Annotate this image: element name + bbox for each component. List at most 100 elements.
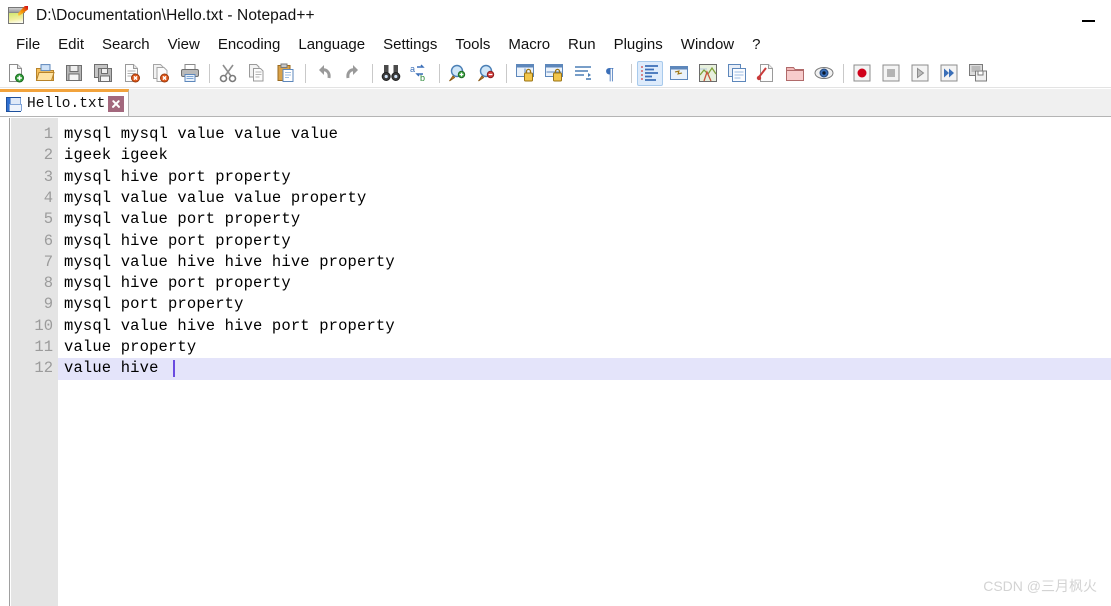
menu-item-settings[interactable]: Settings (374, 33, 446, 57)
find-icon[interactable] (378, 61, 404, 86)
code-line[interactable]: mysql mysql value value value (58, 124, 1111, 145)
menu-item-plugins[interactable]: Plugins (605, 33, 672, 57)
csdn-watermark: CSDN @三月枫火 (983, 578, 1097, 594)
line-number: 4 (43, 188, 53, 207)
notepad-plus-plus-icon (7, 5, 28, 26)
close-file-icon[interactable] (119, 61, 145, 86)
menu-item-search[interactable]: Search (93, 33, 159, 57)
line-number: 11 (34, 338, 53, 356)
line-number: 10 (34, 316, 53, 335)
title-bar: D:\Documentation\Hello.txt - Notepad++ (0, 0, 1111, 31)
window-controls (1066, 0, 1111, 31)
toolbar: a b ¶ (0, 59, 1111, 88)
code-line[interactable]: mysql hive port property (58, 273, 1111, 294)
code-line-current[interactable]: value hive (58, 358, 1111, 380)
code-line-text: igeek igeek (64, 146, 168, 165)
copy-icon[interactable] (244, 61, 270, 86)
replace-icon[interactable]: a b (407, 61, 433, 86)
code-line-text: mysql port property (64, 295, 244, 314)
line-number: 7 (43, 252, 53, 271)
document-map-icon[interactable] (695, 61, 721, 86)
code-line[interactable]: mysql value hive hive hive property (58, 252, 1111, 273)
redo-icon[interactable] (340, 61, 366, 86)
code-line-text: mysql mysql value value value (64, 125, 339, 143)
menu-item-view[interactable]: View (159, 33, 209, 57)
code-line[interactable]: mysql port property (58, 294, 1111, 315)
menu-item-run[interactable]: Run (559, 33, 605, 57)
word-wrap-icon[interactable] (570, 61, 596, 86)
folder-as-workspace-icon[interactable] (782, 61, 808, 86)
toolbar-separator (305, 63, 306, 83)
print-icon[interactable] (177, 61, 203, 86)
record-macro-icon[interactable] (849, 61, 875, 86)
toolbar-separator (843, 63, 844, 83)
minimize-button[interactable] (1066, 0, 1111, 31)
close-icon[interactable] (108, 96, 125, 112)
menu-item-file[interactable]: File (7, 33, 49, 57)
zoom-out-icon[interactable] (474, 61, 500, 86)
toolbar-separator (439, 63, 440, 83)
code-line-text: mysql hive port property (64, 167, 291, 186)
menu-item-help[interactable]: ? (743, 33, 769, 57)
code-line-text: mysql value value value property (64, 188, 367, 207)
code-text-area[interactable]: mysql mysql value value value igeek igee… (58, 118, 1111, 606)
menu-item-tools[interactable]: Tools (446, 33, 499, 57)
code-line[interactable]: mysql hive port property (58, 167, 1111, 188)
close-all-files-icon[interactable] (148, 61, 174, 86)
save-icon[interactable] (61, 61, 87, 86)
line-number: 6 (43, 231, 53, 250)
text-caret (173, 360, 175, 377)
function-list-icon[interactable] (724, 61, 750, 86)
code-line[interactable]: mysql value port property (58, 209, 1111, 230)
line-number: 1 (43, 125, 53, 143)
toolbar-separator (631, 63, 632, 83)
save-icon (6, 96, 22, 112)
code-line-text: mysql value hive hive port property (64, 316, 395, 335)
code-line[interactable]: mysql hive port property (58, 231, 1111, 252)
cut-icon[interactable] (215, 61, 241, 86)
run-macro-multiple-icon[interactable] (936, 61, 962, 86)
play-macro-icon[interactable] (907, 61, 933, 86)
open-file-icon[interactable] (32, 61, 58, 86)
code-line[interactable]: igeek igeek (58, 145, 1111, 166)
menu-item-language[interactable]: Language (289, 33, 374, 57)
monitoring-icon[interactable] (811, 61, 837, 86)
code-line-text: mysql hive port property (64, 274, 291, 293)
paste-icon[interactable] (273, 61, 299, 86)
menu-item-window[interactable]: Window (672, 33, 743, 57)
line-number: 3 (43, 167, 53, 186)
zoom-in-icon[interactable] (445, 61, 471, 86)
stop-macro-icon[interactable] (878, 61, 904, 86)
show-indent-guide-icon[interactable] (637, 60, 663, 86)
menu-item-edit[interactable]: Edit (49, 33, 93, 57)
save-all-icon[interactable] (90, 61, 116, 86)
document-switcher-icon[interactable] (753, 61, 779, 86)
line-number: 9 (43, 295, 53, 314)
code-line[interactable]: mysql value hive hive port property (58, 316, 1111, 337)
show-all-characters-icon[interactable]: ¶ (599, 61, 625, 86)
code-line-text: mysql value port property (64, 210, 301, 229)
toolbar-separator (372, 63, 373, 83)
toolbar-separator (209, 63, 210, 83)
line-number: 12 (34, 359, 53, 378)
code-line-text: value property (64, 338, 197, 356)
tab-hello-txt[interactable]: Hello.txt (0, 89, 130, 116)
notepad-plus-plus-window: D:\Documentation\Hello.txt - Notepad++ F… (0, 0, 1111, 606)
bookmark-margin[interactable] (0, 118, 10, 606)
sync-vertical-scroll-icon[interactable] (512, 61, 538, 86)
user-defined-dialog-icon[interactable] (666, 61, 692, 86)
undo-icon[interactable] (311, 61, 337, 86)
code-line-text: value hive (64, 359, 159, 378)
menu-item-macro[interactable]: Macro (499, 33, 559, 57)
new-file-icon[interactable] (3, 61, 29, 86)
editor-pane[interactable]: 1 2 3 4 5 6 7 8 9 10 11 12 mysql mysql v… (0, 118, 1111, 606)
window-title: D:\Documentation\Hello.txt - Notepad++ (36, 6, 315, 24)
tab-label: Hello.txt (27, 96, 106, 112)
sync-horizontal-scroll-icon[interactable] (541, 61, 567, 86)
save-macro-icon[interactable] (965, 61, 991, 86)
code-line[interactable]: mysql value value value property (58, 188, 1111, 209)
code-line-text: mysql value hive hive hive property (64, 252, 395, 271)
code-line[interactable]: value property (58, 337, 1111, 358)
menu-item-encoding[interactable]: Encoding (209, 33, 290, 57)
code-line-text: mysql hive port property (64, 231, 291, 250)
